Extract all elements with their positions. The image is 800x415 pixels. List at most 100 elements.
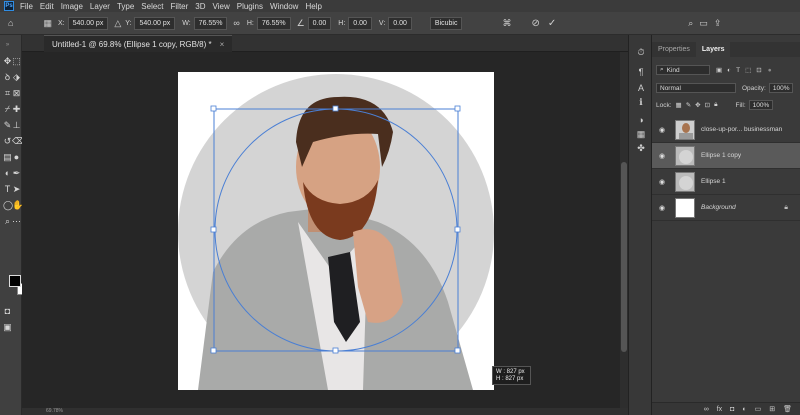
tab-layers[interactable]: Layers — [695, 42, 731, 57]
blend-mode-select[interactable]: Normal — [656, 83, 736, 93]
interpolation-select[interactable]: Bicubic — [429, 16, 463, 30]
menu-3d[interactable]: 3D — [195, 2, 205, 11]
type-tool-icon[interactable]: T — [3, 185, 12, 194]
workspace-icon[interactable]: ▭ — [699, 18, 708, 29]
move-tool-icon[interactable]: ✥ — [3, 57, 12, 66]
menu-filter[interactable]: Filter — [171, 2, 189, 11]
menu-image[interactable]: Image — [61, 2, 83, 11]
lock-image-icon[interactable]: ✎ — [686, 101, 691, 109]
share-icon[interactable]: ⇪ — [714, 18, 722, 29]
link-icon[interactable]: ∞ — [233, 18, 239, 28]
layer-style-icon[interactable]: fx — [717, 406, 722, 413]
new-layer-icon[interactable]: ⊞ — [769, 405, 775, 413]
menu-select[interactable]: Select — [141, 2, 163, 11]
menu-layer[interactable]: Layer — [90, 2, 110, 11]
smart-object-filter-icon[interactable]: ⊡ — [756, 66, 761, 74]
close-tab-icon[interactable]: × — [220, 40, 225, 49]
pixel-filter-icon[interactable]: ▣ — [716, 66, 722, 74]
h-skew-field[interactable]: 0.00 — [348, 16, 372, 30]
warp-icon[interactable]: ⌘ — [502, 18, 511, 29]
object-select-tool-icon[interactable]: ⬗ — [12, 73, 21, 82]
history-brush-icon[interactable]: ↺ — [3, 137, 12, 146]
layer-row-selected[interactable]: ◉ Ellipse 1 copy — [652, 143, 800, 169]
character-panel-icon[interactable]: A — [636, 83, 646, 93]
color-panel-icon[interactable]: ◑ — [636, 115, 646, 125]
x-position-field[interactable]: 540.00 px — [67, 16, 109, 30]
lock-all-icon[interactable]: 🔒︎ — [714, 101, 717, 109]
canvas-vertical-scrollbar[interactable] — [620, 52, 628, 415]
home-icon[interactable]: ⌂ — [8, 18, 13, 28]
lock-artboard-icon[interactable]: ⊡ — [705, 101, 710, 109]
eyedropper-tool-icon[interactable]: ⌿ — [3, 105, 12, 114]
opacity-field[interactable]: 100% — [768, 83, 794, 93]
layer-row[interactable]: ◉ Background 🔒︎ — [652, 195, 800, 221]
layer-lock-icon[interactable]: 🔒︎ — [784, 204, 788, 212]
quick-mask-icon[interactable]: ◘ — [3, 307, 12, 316]
filter-toggle-icon[interactable]: ● — [768, 67, 772, 74]
shape-tool-icon[interactable]: ◯ — [3, 201, 13, 210]
menu-view[interactable]: View — [213, 2, 230, 11]
stamp-tool-icon[interactable]: ⊥ — [12, 121, 21, 130]
swatches-panel-icon[interactable]: ▦ — [636, 129, 646, 139]
path-select-tool-icon[interactable]: ➤ — [12, 185, 21, 194]
visibility-eye-icon[interactable]: ◉ — [652, 126, 672, 134]
shape-filter-icon[interactable]: ⬚ — [745, 66, 751, 74]
menu-edit[interactable]: Edit — [40, 2, 54, 11]
visibility-eye-icon[interactable]: ◉ — [652, 204, 672, 212]
layer-row[interactable]: ◉ Ellipse 1 — [652, 169, 800, 195]
menu-type[interactable]: Type — [117, 2, 134, 11]
gradient-tool-icon[interactable]: ▤ — [3, 153, 12, 162]
angle-field[interactable]: 0.00 — [307, 16, 332, 30]
v-skew-field[interactable]: 0.00 — [388, 16, 412, 30]
layer-row[interactable]: ◉ close-up-por... businessman — [652, 117, 800, 143]
add-mask-icon[interactable]: ◘ — [730, 406, 734, 413]
frame-tool-icon[interactable]: ⊠ — [12, 89, 21, 98]
search-icon[interactable]: ⌕ — [688, 18, 693, 29]
tab-properties[interactable]: Properties — [652, 42, 696, 57]
fill-field[interactable]: 100% — [748, 100, 774, 110]
canvas-area[interactable]: W : 827 px H : 827 px — [22, 52, 628, 415]
hand-tool-icon[interactable]: ✋ — [12, 201, 23, 210]
eraser-tool-icon[interactable]: ⌫ — [12, 137, 25, 146]
adjustment-layer-icon[interactable]: ◐ — [742, 406, 746, 413]
menu-window[interactable]: Window — [270, 2, 298, 11]
blur-tool-icon[interactable]: ● — [12, 153, 21, 162]
zoom-tool-icon[interactable]: ⌕ — [3, 217, 12, 226]
cancel-transform-icon[interactable]: ⊘ — [531, 18, 539, 29]
crop-tool-icon[interactable]: ⌗ — [3, 89, 12, 98]
menu-plugins[interactable]: Plugins — [237, 2, 263, 11]
brush-tool-icon[interactable]: ✎ — [3, 121, 12, 130]
kind-filter-select[interactable]: ⌕ Kind — [656, 65, 710, 75]
menu-help[interactable]: Help — [305, 2, 321, 11]
marquee-tool-icon[interactable]: ⬚ — [12, 57, 21, 66]
commit-transform-icon[interactable]: ✓ — [548, 18, 556, 29]
new-group-icon[interactable]: ▭ — [755, 405, 762, 413]
adjustment-filter-icon[interactable]: ◐ — [727, 67, 731, 74]
lock-position-icon[interactable]: ✥ — [695, 101, 700, 109]
type-filter-icon[interactable]: T — [736, 67, 740, 74]
menu-file[interactable]: File — [20, 2, 33, 11]
healing-tool-icon[interactable]: ✚ — [12, 105, 21, 114]
screen-mode-icon[interactable]: ▣ — [3, 323, 12, 332]
visibility-eye-icon[interactable]: ◉ — [652, 178, 672, 186]
document-tab[interactable]: Untitled-1 @ 69.8% (Ellipse 1 copy, RGB/… — [44, 35, 233, 52]
history-panel-icon[interactable]: ⏱ — [636, 47, 646, 57]
scrollbar-thumb[interactable] — [621, 162, 627, 352]
zoom-level[interactable]: 69.78% — [46, 408, 63, 414]
delete-layer-icon[interactable]: 🗑︎ — [783, 405, 792, 413]
dodge-tool-icon[interactable]: ◐ — [3, 169, 12, 178]
pen-tool-icon[interactable]: ✒ — [12, 169, 21, 178]
paragraph-panel-icon[interactable]: ¶ — [636, 67, 646, 77]
y-position-field[interactable]: 540.00 px — [134, 16, 176, 30]
width-field[interactable]: 76.55% — [193, 16, 228, 30]
reference-point-icon[interactable]: ▦ — [43, 18, 52, 29]
height-field[interactable]: 76.55% — [256, 16, 291, 30]
lock-transparent-icon[interactable]: ▦ — [676, 101, 682, 109]
adjustments-panel-icon[interactable]: ✤ — [636, 143, 646, 153]
info-panel-icon[interactable]: ℹ — [636, 97, 646, 107]
visibility-eye-icon[interactable]: ◉ — [652, 152, 672, 160]
artboard[interactable] — [178, 72, 494, 390]
foreground-color-swatch[interactable] — [9, 275, 21, 287]
link-layers-icon[interactable]: ∞ — [704, 406, 709, 413]
more-tools-icon[interactable]: ⋯ — [12, 217, 21, 226]
